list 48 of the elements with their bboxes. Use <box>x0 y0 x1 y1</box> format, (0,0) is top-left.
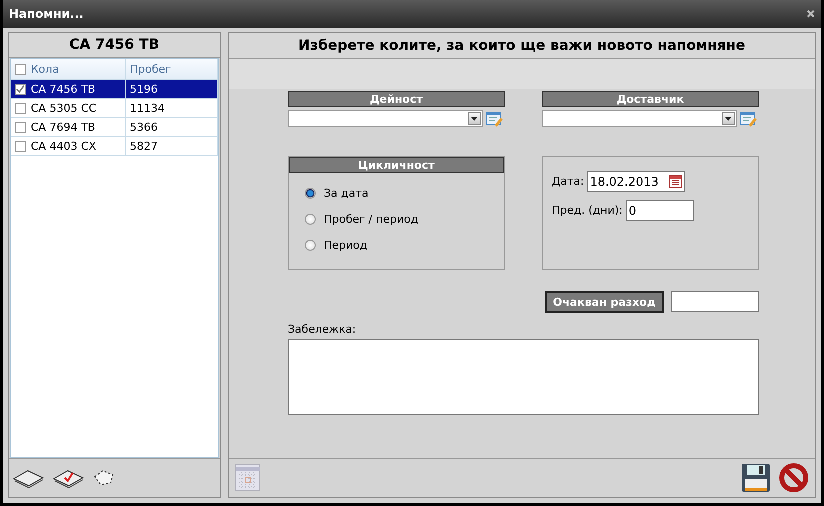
column-header[interactable]: Пробег <box>130 62 172 76</box>
days-label: Пред. (дни): <box>552 204 623 217</box>
edit-icon[interactable] <box>486 110 503 126</box>
dashed-selection-icon[interactable] <box>93 469 115 487</box>
radio-button[interactable] <box>305 188 316 199</box>
table-cell: 11134 <box>130 102 165 114</box>
uncheck-all-icon[interactable] <box>13 468 45 488</box>
section-header: Доставчик <box>542 91 759 107</box>
save-icon[interactable] <box>741 463 771 493</box>
window-title: Напомни... <box>9 7 84 21</box>
expense-button[interactable]: Очакван разход <box>545 291 664 313</box>
checkbox[interactable] <box>15 64 26 74</box>
calendar-icon[interactable] <box>669 175 682 188</box>
table-cell: CA 5305 CC <box>31 102 97 114</box>
days-field[interactable]: 0 <box>626 200 694 221</box>
date-label: Дата: <box>552 175 584 188</box>
table-cell: 5196 <box>130 82 158 96</box>
note-field[interactable] <box>288 339 759 415</box>
date-field[interactable]: 18.02.2013 <box>587 171 686 192</box>
section-header: Дейност <box>288 91 505 107</box>
close-icon[interactable] <box>807 10 815 18</box>
radio-button[interactable] <box>305 240 316 251</box>
radio-label[interactable]: Пробег / период <box>324 213 418 226</box>
table-row[interactable]: CA 7456 TB 5196 <box>11 80 218 99</box>
radio-button[interactable] <box>305 214 316 225</box>
panel-title: CA 7456 TB <box>9 33 220 58</box>
table-cell: CA 7694 TB <box>31 120 96 134</box>
table-cell: CA 7456 TB <box>31 82 96 96</box>
checkbox[interactable] <box>15 102 26 114</box>
table-cell: 5366 <box>130 120 158 134</box>
edit-icon[interactable] <box>740 110 757 126</box>
table-row[interactable]: CA 4403 CX 5827 <box>11 137 218 156</box>
expense-field[interactable] <box>671 291 759 312</box>
radio-label[interactable]: Период <box>324 239 368 252</box>
table-row[interactable]: CA 7694 TB 5366 <box>11 118 218 137</box>
table-cell: 5827 <box>130 140 158 152</box>
column-header[interactable]: Кола <box>31 62 60 76</box>
radio-label[interactable]: За дата <box>324 187 369 200</box>
check-all-icon[interactable] <box>53 468 85 488</box>
section-header: Цикличност <box>289 157 504 173</box>
table-cell: CA 4403 CX <box>31 140 96 152</box>
checkbox[interactable] <box>15 140 26 152</box>
note-label: Забележка: <box>288 323 356 336</box>
cancel-icon[interactable] <box>779 463 809 493</box>
checkbox[interactable] <box>15 84 26 94</box>
table-row[interactable]: CA 5305 CC 11134 <box>11 99 218 118</box>
form-title: Изберете колите, за които ще важи новото напомняне <box>229 33 815 59</box>
checkbox[interactable] <box>15 122 26 132</box>
